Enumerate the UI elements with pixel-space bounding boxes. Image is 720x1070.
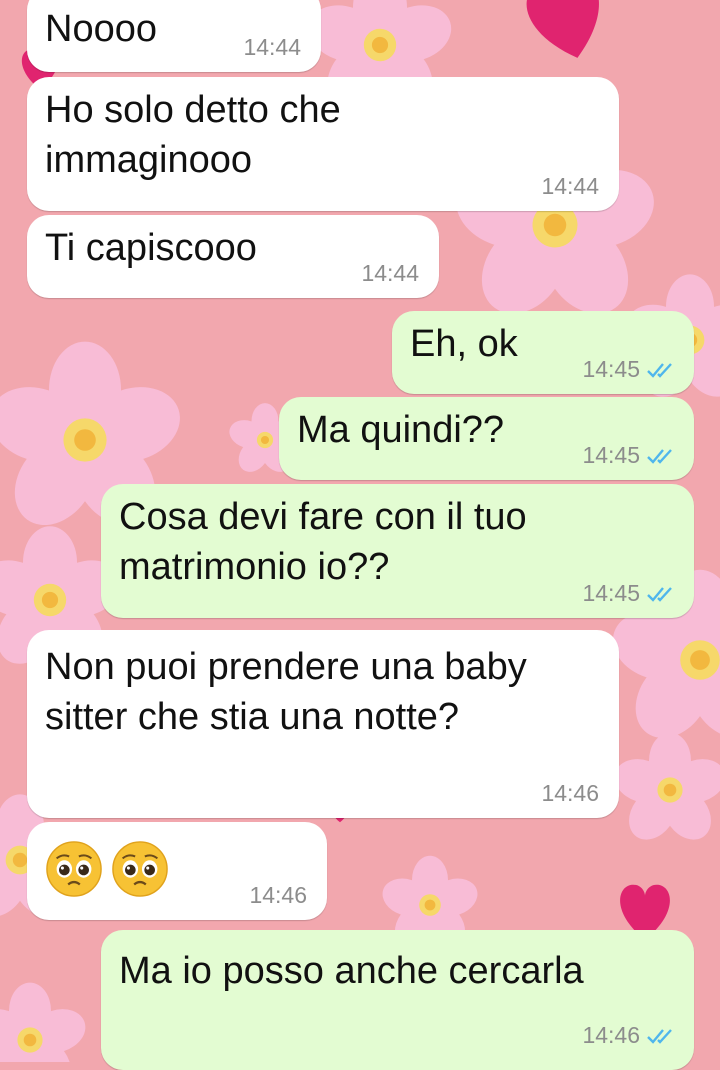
message-incoming[interactable]: Noooo 14:44 <box>27 0 321 72</box>
chat-message-list[interactable]: Noooo 14:44 Ho solo detto che immaginooo… <box>0 0 720 1070</box>
message-time: 14:45 <box>582 356 640 382</box>
read-double-check-icon <box>647 587 672 602</box>
message-text: Ho solo detto che immaginooo <box>45 89 341 181</box>
pleading-face-icon <box>46 841 102 897</box>
message-time: 14:46 <box>582 1022 640 1048</box>
read-double-check-icon <box>647 449 672 464</box>
message-outgoing[interactable]: Ma io posso anche cercarla 14:46 <box>101 930 694 1070</box>
message-time: 14:46 <box>541 780 599 806</box>
read-double-check-icon <box>647 1029 672 1044</box>
message-incoming[interactable]: 14:46 <box>27 822 327 920</box>
message-time: 14:44 <box>361 260 419 286</box>
message-time: 14:45 <box>582 442 640 468</box>
message-time: 14:46 <box>249 882 307 908</box>
message-time: 14:44 <box>541 173 599 199</box>
message-time: 14:44 <box>243 34 301 60</box>
message-outgoing[interactable]: Ma quindi?? 14:45 <box>279 397 694 480</box>
message-text: Ma io posso anche cercarla <box>119 950 584 992</box>
pleading-face-icon <box>112 841 168 897</box>
message-time: 14:45 <box>582 580 640 606</box>
message-incoming[interactable]: Non puoi prendere una baby sitter che st… <box>27 630 619 818</box>
message-incoming[interactable]: Ti capiscooo 14:44 <box>27 215 439 298</box>
read-double-check-icon <box>647 363 672 378</box>
message-text: Cosa devi fare con il tuo matrimonio io?… <box>119 496 527 588</box>
message-outgoing[interactable]: Cosa devi fare con il tuo matrimonio io?… <box>101 484 694 618</box>
message-outgoing[interactable]: Eh, ok 14:45 <box>392 311 694 394</box>
message-text: Non puoi prendere una baby sitter che st… <box>45 646 527 738</box>
message-incoming[interactable]: Ho solo detto che immaginooo 14:44 <box>27 77 619 211</box>
